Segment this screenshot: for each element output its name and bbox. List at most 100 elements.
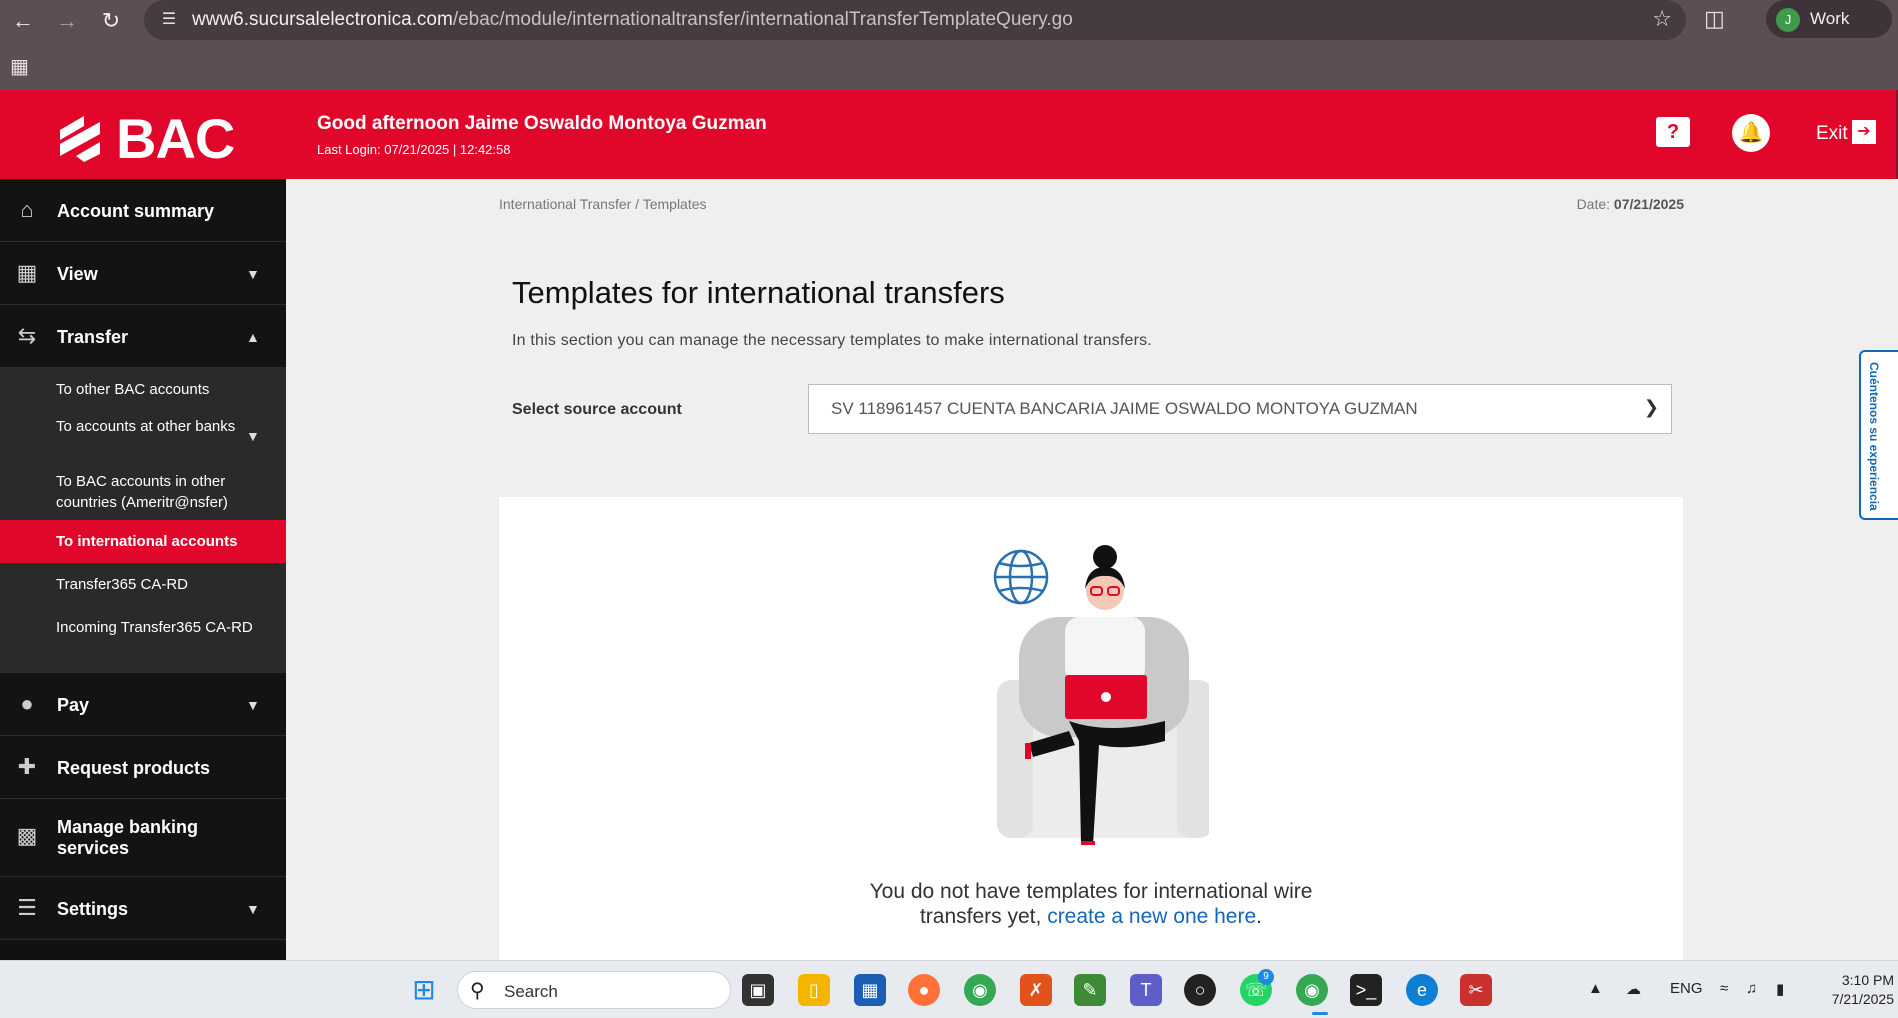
submenu-item-other-banks[interactable]: To accounts at other banks ▼ [0,410,286,464]
sidebar-label: Request products [57,758,211,778]
feedback-tab[interactable]: Cuéntenos su experiencia [1859,350,1898,520]
page-description: In this section you can manage the neces… [512,332,1152,349]
bookmark-star-icon[interactable]: ☆ [1652,6,1672,32]
laptop-icon: ▩ [16,823,38,848]
extensions-icon[interactable]: ◫ [1704,6,1725,32]
submenu-label: To international accounts [56,533,238,550]
empty-message-line2: transfers yet, create a new one here. [499,904,1683,929]
whatsapp-badge: 9 [1258,969,1274,985]
tray-chevron-up-icon[interactable]: ▲ [1588,980,1603,997]
search-icon: ⚲ [470,980,485,1002]
sidebar-item-request-products[interactable]: ✚ Request products [0,736,286,799]
sliders-icon: ☰ [17,895,37,920]
wifi-icon[interactable]: ≈ [1720,980,1728,997]
chevron-down-icon: ▼ [246,901,260,917]
sidebar-item-view[interactable]: ▦ View ▼ [0,242,286,305]
bell-icon[interactable]: 🔔 [1732,114,1770,152]
source-account-label: Select source account [512,401,682,418]
app-icon[interactable]: ✎ [1074,974,1106,1006]
sidebar-label: Manage banking services [57,817,199,858]
logo-text: BAC [116,107,235,170]
source-account-value: SV 118961457 CUENTA BANCARIA JAIME OSWAL… [831,399,1418,418]
sidebar-item-settings[interactable]: ☰ Settings ▼ [0,877,286,940]
volume-icon[interactable]: ♫ [1746,980,1757,997]
sidebar-item-account-summary[interactable]: ⌂ Account summary [0,179,286,242]
last-login: Last Login: 07/21/2025 | 12:42:58 [317,142,511,157]
url-text[interactable]: www6.sucursalelectronica.com/ebac/module… [192,9,1073,31]
submenu-item-ameritransfer[interactable]: To BAC accounts in other countries (Amer… [0,464,286,520]
chevron-down-icon: ▼ [246,266,260,282]
chevron-up-icon: ▲ [246,329,260,345]
sidebar-item-manage-banking[interactable]: ▩ Manage banking services [0,799,286,877]
exit-button[interactable]: Exit [1816,123,1848,145]
submenu-item-international[interactable]: To international accounts [0,520,286,563]
source-account-select[interactable]: SV 118961457 CUENTA BANCARIA JAIME OSWAL… [808,384,1672,434]
submenu-label: Incoming Transfer365 CA-RD [56,619,253,636]
submenu-item-incoming-transfer365[interactable]: Incoming Transfer365 CA-RD [0,606,286,649]
home-icon: ⌂ [20,197,34,222]
sidebar-label: Transfer [57,327,129,347]
taskbar: ⊞ ⚲ Search ▣ ▯ ▦ ● ◉ ✗ ✎ T ○ ☏ 9 ◉ >_ e … [0,960,1898,1018]
empty-state-card: You do not have templates for internatio… [499,497,1683,960]
create-template-link[interactable]: create a new one here [1047,905,1256,928]
profile-name: Work [1810,9,1850,28]
chevron-down-icon: ▼ [246,697,260,713]
firefox-icon[interactable]: ● [908,974,940,1006]
reload-icon[interactable]: ↻ [96,6,126,36]
money-bag-icon: ● [20,691,34,716]
clock-date: 7/21/2025 [1831,991,1894,1007]
submenu-label: To accounts at other banks [56,418,236,435]
store-icon[interactable]: ▦ [854,974,886,1006]
snipping-tool-icon[interactable]: ✂ [1460,974,1492,1006]
date-value: 07/21/2025 [1613,196,1684,212]
empty-message-line1: You do not have templates for internatio… [869,880,1313,903]
onedrive-cloud-icon[interactable]: ☁ [1626,980,1641,998]
sidebar-item-transfer[interactable]: ⇆ Transfer ▲ [0,305,286,368]
breadcrumb: International Transfer / Templates [499,196,707,212]
submenu-item-transfer365[interactable]: Transfer365 CA-RD [0,563,286,606]
browser-chrome: ← → ↻ ☰ www6.sucursalelectronica.com/eba… [0,0,1898,90]
task-view-icon[interactable]: ▣ [742,974,774,1006]
grid-icon: ▦ [16,260,38,285]
forward-arrow-icon[interactable]: → [52,6,82,36]
submenu-label: Transfer365 CA-RD [56,576,188,593]
windows-start-icon[interactable]: ⊞ [408,974,440,1006]
address-bar[interactable]: ☰ www6.sucursalelectronica.com/ebac/modu… [144,0,1686,40]
system-clock[interactable]: 3:10 PM 7/21/2025 [1818,971,1894,1009]
help-icon[interactable]: ? [1656,117,1690,147]
sidebar: ⌂ Account summary ▦ View ▼ ⇆ Transfer ▲ … [0,179,286,960]
submenu-label: To BAC accounts in other countries (Amer… [56,473,228,511]
profile-chip[interactable]: J Work [1766,0,1892,38]
greeting: Good afternoon Jaime Oswaldo Montoya Guz… [317,113,767,134]
apps-grid-icon[interactable]: ▦ [10,54,29,79]
chevron-down-icon: ❯ [1643,397,1659,417]
search-placeholder: Search [504,982,558,1001]
woman-laptop-illustration [993,545,1209,845]
current-date: Date: 07/21/2025 [1577,196,1684,212]
obs-icon[interactable]: ○ [1184,974,1216,1006]
sidebar-label: View [57,264,98,284]
file-explorer-icon[interactable]: ▯ [798,974,830,1006]
back-arrow-icon[interactable]: ← [8,6,38,36]
battery-icon[interactable]: ▮ [1776,980,1784,998]
exit-arrow-icon[interactable]: ➔ [1852,120,1876,144]
site-settings-icon[interactable]: ☰ [158,9,180,31]
teams-icon[interactable]: T [1130,974,1162,1006]
submenu-item-other-bac[interactable]: To other BAC accounts [0,367,286,410]
clock-time: 3:10 PM [1841,972,1894,988]
terminal-icon[interactable]: >_ [1350,974,1382,1006]
bac-logo[interactable]: BAC [54,107,235,170]
sidebar-label: Pay [57,695,90,715]
date-label: Date: [1576,196,1614,212]
submenu-label: To other BAC accounts [56,381,210,398]
taskbar-search[interactable]: ⚲ Search [457,971,731,1009]
edge-icon[interactable]: e [1406,974,1438,1006]
chrome-work-icon[interactable]: ◉ [1296,974,1328,1006]
language-indicator[interactable]: ENG [1670,980,1703,997]
chrome-icon[interactable]: ◉ [964,974,996,1006]
sidebar-item-pay[interactable]: ● Pay ▼ [0,673,286,736]
xmind-icon[interactable]: ✗ [1020,974,1052,1006]
empty-message-period: . [1256,905,1263,928]
active-app-indicator [1312,1012,1328,1015]
url-host: www6.sucursalelectronica.com [192,9,453,30]
